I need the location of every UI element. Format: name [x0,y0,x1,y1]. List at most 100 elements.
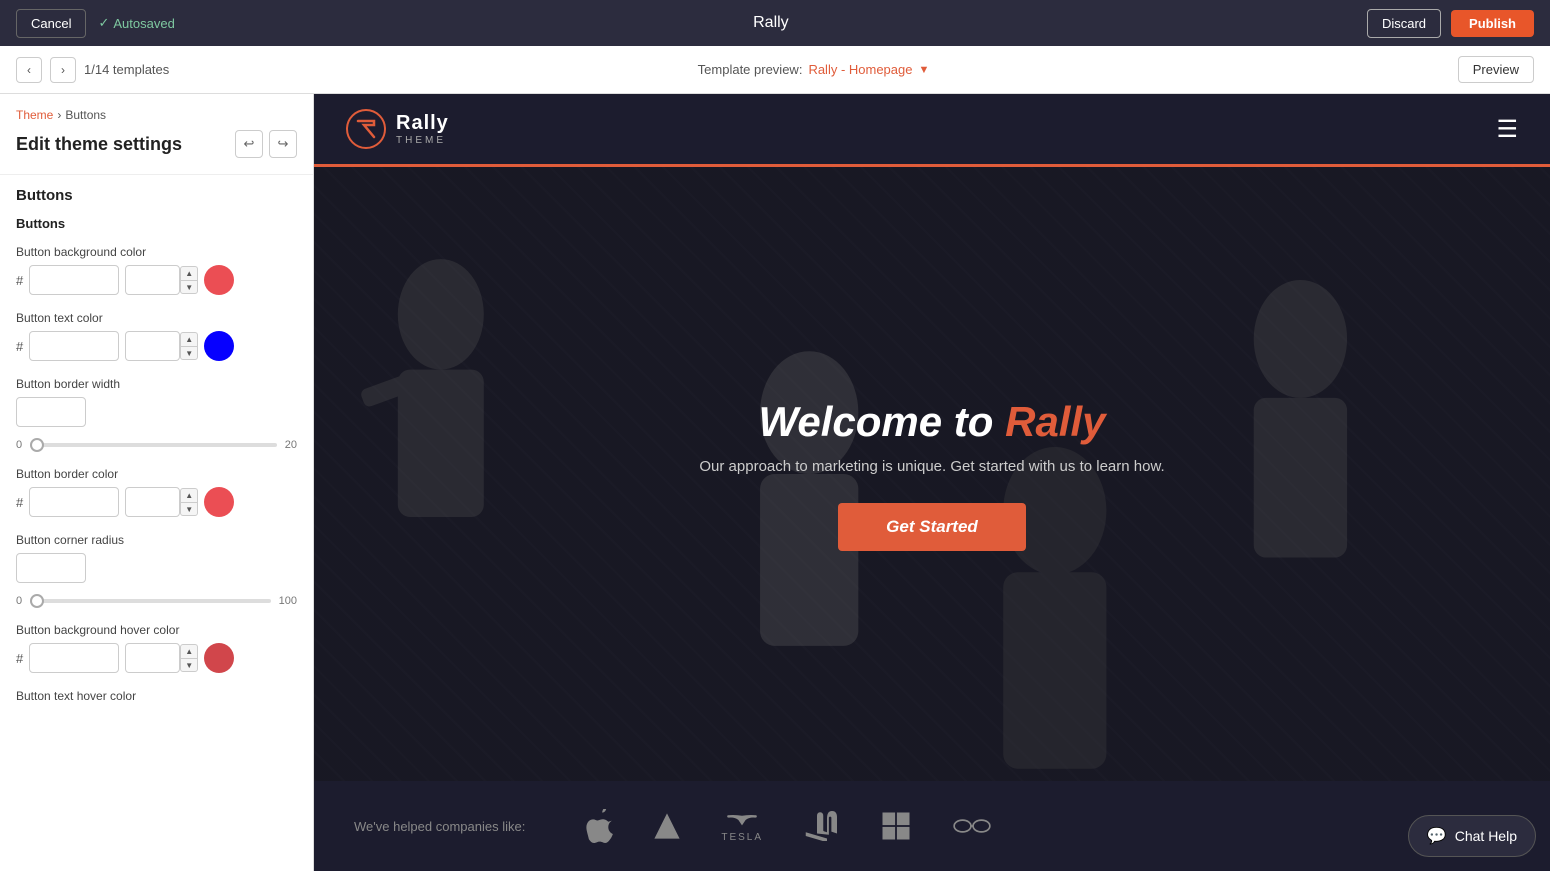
panel-actions: ↩ ↪ [235,130,297,158]
rally-logo-text: Rally THEME [396,112,449,146]
preview-label: Template preview: [698,62,803,77]
text-color-label: Button text color [16,311,297,325]
top-bar: Cancel ✓ Autosaved Rally Discard Publish [0,0,1550,46]
text-color-input[interactable]: 0600FF [29,331,119,361]
cancel-button[interactable]: Cancel [16,9,86,38]
rally-logos-bar: We've helped companies like: [314,781,1550,871]
corner-radius-slider-row: 0 100 [0,591,313,615]
chat-help-button[interactable]: 💬 Chat Help [1408,815,1536,857]
corner-radius-label: Button corner radius [16,533,297,547]
rally-logo: Rally THEME [346,109,449,149]
hash-symbol: # [16,273,23,288]
border-width-field: Button border width 0 [0,369,313,435]
hover-opacity-wrap: 100% ▲ ▼ [125,643,198,673]
hamburger-icon[interactable]: ☰ [1496,115,1518,144]
breadcrumb-separator: › [57,108,61,122]
border-opacity-wrap: 100% ▲ ▼ [125,487,198,517]
rally-hero: Welcome to Rally Our approach to marketi… [314,167,1550,781]
breadcrumb-theme-link[interactable]: Theme [16,108,53,122]
corner-radius-slider[interactable] [30,599,271,603]
section-title: Buttons [0,179,313,208]
preview-button[interactable]: Preview [1458,56,1534,83]
panel-title: Edit theme settings [16,134,182,155]
hover-opacity-input[interactable]: 100% [125,643,180,673]
chat-help-label: Chat Help [1455,828,1517,844]
bg-color-input[interactable]: eb4e54 [29,265,119,295]
rally-header: Rally THEME ☰ [314,94,1550,164]
subsection-title: Buttons [0,208,313,237]
panel-header: Edit theme settings ↩ ↪ [0,126,313,170]
text-opacity-down-btn[interactable]: ▼ [180,346,198,360]
next-template-button[interactable]: › [50,57,76,83]
undo-button[interactable]: ↩ [235,130,263,158]
template-preview-area: Template preview: Rally - Homepage ▼ [698,62,930,77]
main-layout: Theme › Buttons Edit theme settings ↩ ↪ … [0,94,1550,871]
border-width-slider[interactable] [30,443,277,447]
autosaved-status: ✓ Autosaved [98,15,174,31]
breadcrumb-buttons: Buttons [65,108,106,122]
discard-button[interactable]: Discard [1367,9,1441,38]
left-panel: Theme › Buttons Edit theme settings ↩ ↪ … [0,94,314,871]
hover-bg-swatch[interactable] [204,643,234,673]
hash-symbol-3: # [16,495,23,510]
text-opacity-input[interactable]: 100% [125,331,180,361]
windows-logo [881,811,911,841]
border-color-label: Button border color [16,467,297,481]
dropdown-icon[interactable]: ▼ [918,64,929,76]
hero-title-accent: Rally [1005,398,1105,445]
text-color-field: Button text color # 0600FF 100% ▲ ▼ [0,303,313,369]
template-count: 1/14 templates [84,62,169,77]
bg-opacity-input[interactable]: 100% [125,265,180,295]
app-title: Rally [753,14,789,32]
template-nav: ‹ › 1/14 templates [16,57,169,83]
section-divider [0,174,313,175]
apple-logo [585,809,613,843]
hover-opacity-up-btn[interactable]: ▲ [180,644,198,658]
border-opacity-down-btn[interactable]: ▼ [180,502,198,516]
prev-template-button[interactable]: ‹ [16,57,42,83]
redo-button[interactable]: ↪ [269,130,297,158]
border-color-swatch[interactable] [204,487,234,517]
text-color-row: # 0600FF 100% ▲ ▼ [16,331,297,361]
border-width-label: Button border width [16,377,297,391]
corner-radius-max: 100 [279,595,297,607]
text-opacity-spinner: ▲ ▼ [180,332,198,360]
border-width-input[interactable]: 0 [16,397,86,427]
hero-cta-button[interactable]: Get Started [838,503,1026,551]
corner-radius-field: Button corner radius 0 [0,525,313,591]
hover-opacity-down-btn[interactable]: ▼ [180,658,198,672]
opacity-up-btn[interactable]: ▲ [180,266,198,280]
publish-button[interactable]: Publish [1451,10,1534,37]
hover-bg-row: # d1464b 100% ▲ ▼ [16,643,297,673]
text-opacity-up-btn[interactable]: ▲ [180,332,198,346]
rally-site: Rally THEME ☰ [314,94,1550,871]
hover-bg-input[interactable]: d1464b [29,643,119,673]
rally-hero-content: Welcome to Rally Our approach to marketi… [679,378,1184,571]
border-color-input[interactable]: eb4e54 [29,487,119,517]
opacity-down-btn[interactable]: ▼ [180,280,198,294]
corner-radius-input[interactable]: 0 [16,553,86,583]
template-bar: ‹ › 1/14 templates Template preview: Ral… [0,46,1550,94]
bg-color-field: Button background color # eb4e54 100% ▲ … [0,237,313,303]
hover-bg-field: Button background hover color # d1464b 1… [0,615,313,681]
border-opacity-input[interactable]: 100% [125,487,180,517]
meta-logo [951,815,993,837]
hover-text-field: Button text hover color [0,681,313,717]
hash-symbol-2: # [16,339,23,354]
bg-color-swatch[interactable] [204,265,234,295]
border-opacity-spinner: ▲ ▼ [180,488,198,516]
border-color-field: Button border color # eb4e54 100% ▲ ▼ [0,459,313,525]
border-width-max: 20 [285,439,297,451]
text-color-swatch[interactable] [204,331,234,361]
border-opacity-up-btn[interactable]: ▲ [180,488,198,502]
brand-logos: TESLA [585,809,993,843]
hash-symbol-4: # [16,651,23,666]
opacity-wrap: 100% ▲ ▼ [125,265,198,295]
rally-sub: THEME [396,135,449,146]
bg-color-label: Button background color [16,245,297,259]
breadcrumb: Theme › Buttons [0,94,313,126]
rally-name: Rally [396,112,449,135]
preview-link[interactable]: Rally - Homepage [808,62,912,77]
hover-bg-label: Button background hover color [16,623,297,637]
chat-icon: 💬 [1427,826,1447,846]
